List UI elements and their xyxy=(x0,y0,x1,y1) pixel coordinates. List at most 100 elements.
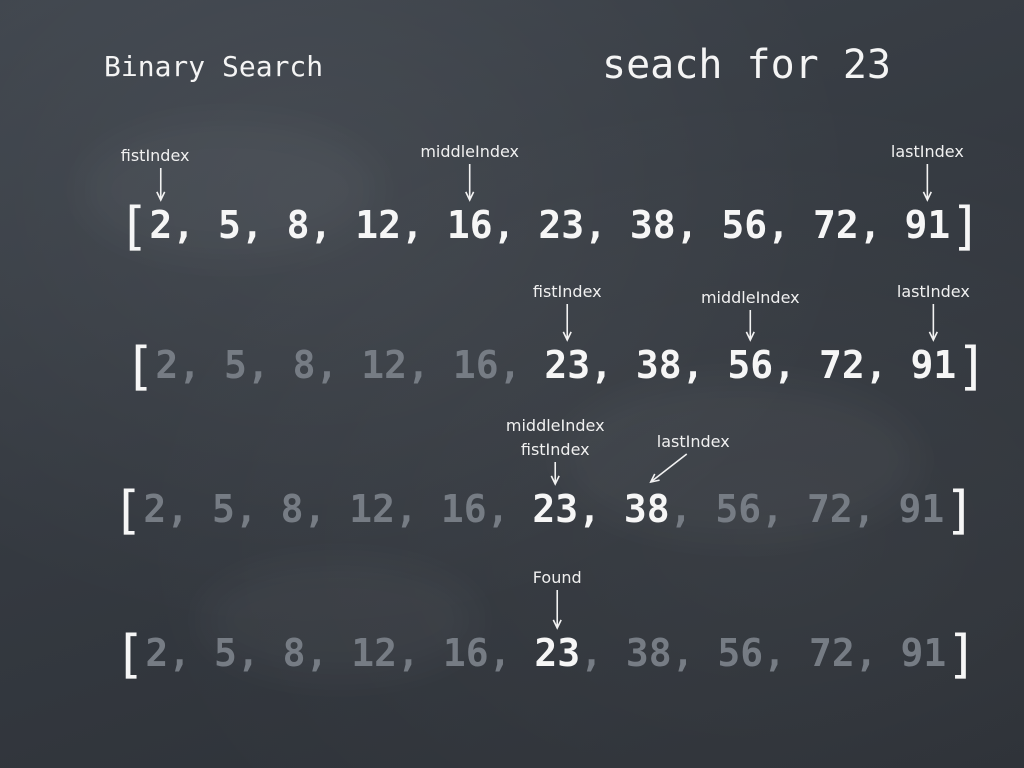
array-element: 12 xyxy=(349,487,396,531)
arrow-head xyxy=(745,331,755,342)
separator: , xyxy=(675,203,722,247)
pointer-arrow xyxy=(650,453,688,483)
separator: , xyxy=(763,631,809,675)
array-element: 23 xyxy=(532,487,579,531)
open-bracket: [ xyxy=(124,337,156,397)
array-element: 2 xyxy=(143,487,167,531)
separator: , xyxy=(486,487,533,531)
close-bracket: ] xyxy=(950,197,982,257)
page-subtitle: seach for 23 xyxy=(602,42,891,88)
separator: , xyxy=(234,487,281,531)
array-element: 38 xyxy=(623,487,670,531)
pointer-label: lastIndex xyxy=(890,142,964,161)
open-bracket: [ xyxy=(118,197,150,257)
array-element: 16 xyxy=(440,487,487,531)
array-element: 23 xyxy=(534,631,581,675)
separator: , xyxy=(178,343,224,387)
arrow-head xyxy=(465,191,475,202)
array-row: [2, 5, 8, 12, 16, 23, 38, 56, 72, 91] xyxy=(118,197,982,257)
array-element: 72 xyxy=(806,487,853,531)
pointer-label: fistIndex xyxy=(520,440,590,459)
array-element: 56 xyxy=(721,203,768,247)
separator: , xyxy=(407,343,453,387)
separator: , xyxy=(590,343,636,387)
array-element: 38 xyxy=(635,343,682,387)
array-element: 38 xyxy=(625,631,672,675)
separator: , xyxy=(240,203,287,247)
array-element: 23 xyxy=(538,203,585,247)
pointer-label: lastIndex xyxy=(656,432,730,451)
separator: , xyxy=(397,631,443,675)
array-element: 38 xyxy=(629,203,676,247)
separator: , xyxy=(315,343,362,387)
close-bracket: ] xyxy=(956,337,988,397)
array-element: 2 xyxy=(155,343,179,387)
array-element: 56 xyxy=(717,631,764,675)
array-element: 16 xyxy=(442,631,489,675)
array-element: 91 xyxy=(910,343,957,387)
arrow-head xyxy=(928,331,938,342)
array-element: 91 xyxy=(904,203,951,247)
separator: , xyxy=(854,631,901,675)
separator: , xyxy=(578,487,624,531)
separator: , xyxy=(401,203,447,247)
separator: , xyxy=(761,487,807,531)
close-bracket: ] xyxy=(946,625,978,685)
separator: , xyxy=(773,343,819,387)
pointer-label: fistIndex xyxy=(532,282,602,301)
array-row: [2, 5, 8, 12, 16, 23, 38, 56, 72, 91] xyxy=(112,481,976,541)
separator: , xyxy=(166,487,212,531)
separator: , xyxy=(767,203,813,247)
separator: , xyxy=(669,487,716,531)
page-title: Binary Search xyxy=(104,50,324,83)
separator: , xyxy=(681,343,728,387)
separator: , xyxy=(671,631,718,675)
array-element: 5 xyxy=(223,343,247,387)
separator: , xyxy=(864,343,911,387)
separator: , xyxy=(305,631,352,675)
array-element: 5 xyxy=(217,203,241,247)
separator: , xyxy=(236,631,283,675)
pointer-label: Found xyxy=(532,568,582,587)
separator: , xyxy=(488,631,535,675)
separator: , xyxy=(498,343,545,387)
array-element: 12 xyxy=(351,631,398,675)
array-element: 16 xyxy=(452,343,499,387)
arrow-head xyxy=(922,191,932,202)
separator: , xyxy=(172,203,218,247)
array-element: 56 xyxy=(715,487,762,531)
array-element: 56 xyxy=(727,343,774,387)
array-element: 72 xyxy=(812,203,859,247)
separator: , xyxy=(858,203,905,247)
array-element: 8 xyxy=(280,487,304,531)
open-bracket: [ xyxy=(112,481,144,541)
open-bracket: [ xyxy=(114,625,146,685)
separator: , xyxy=(584,203,630,247)
array-element: 8 xyxy=(282,631,306,675)
separator: , xyxy=(303,487,350,531)
array-element: 23 xyxy=(544,343,591,387)
arrow-head xyxy=(550,475,560,486)
separator: , xyxy=(309,203,356,247)
arrow-head xyxy=(156,191,166,202)
pointer-label: middleIndex xyxy=(700,288,800,307)
separator: , xyxy=(580,631,626,675)
array-element: 91 xyxy=(900,631,947,675)
array-element: 8 xyxy=(292,343,316,387)
array-row: [2, 5, 8, 12, 16, 23, 38, 56, 72, 91] xyxy=(124,337,988,397)
array-element: 16 xyxy=(446,203,493,247)
array-element: 91 xyxy=(898,487,945,531)
array-element: 12 xyxy=(361,343,408,387)
separator: , xyxy=(168,631,214,675)
separator: , xyxy=(246,343,293,387)
array-element: 2 xyxy=(145,631,169,675)
pointer-label: fistIndex xyxy=(120,146,190,165)
array-element: 72 xyxy=(818,343,865,387)
separator: , xyxy=(395,487,441,531)
separator: , xyxy=(492,203,539,247)
arrow-head xyxy=(562,331,572,342)
array-element: 72 xyxy=(808,631,855,675)
separator: , xyxy=(852,487,899,531)
array-row: [2, 5, 8, 12, 16, 23, 38, 56, 72, 91] xyxy=(114,625,978,685)
arrow-head xyxy=(649,473,660,484)
